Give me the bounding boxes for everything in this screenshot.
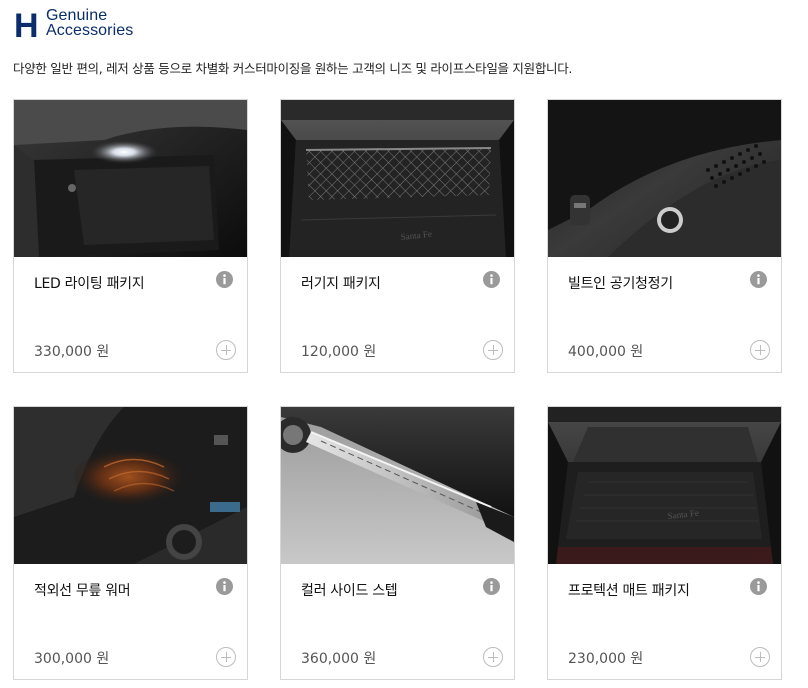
product-card[interactable]: LED 라이팅 패키지 330,000 원 <box>13 99 248 373</box>
brand-line-accessories: Accessories <box>46 22 134 39</box>
product-price: 360,000 원 <box>301 651 377 667</box>
svg-text:H: H <box>14 8 39 40</box>
info-icon[interactable] <box>750 271 767 288</box>
product-price: 400,000 원 <box>568 344 644 360</box>
product-card[interactable]: 적외선 무릎 워머 300,000 원 <box>13 406 248 680</box>
trunk-mat-photo: Santa Fe <box>548 407 781 564</box>
info-icon[interactable] <box>483 271 500 288</box>
side-step-photo <box>281 407 514 564</box>
glovebox-led-photo <box>14 100 247 257</box>
product-name: 컬러 사이드 스텝 <box>301 583 398 599</box>
product-grid: LED 라이팅 패키지 330,000 원 Santa Fe 러기지 패키지 1… <box>13 99 783 680</box>
intro-text: 다양한 일반 편의, 레저 상품 등으로 차별화 커스터마이징을 원하는 고객의… <box>13 61 573 76</box>
hyundai-h-logo-icon: H <box>14 8 39 40</box>
product-name: 적외선 무릎 워머 <box>34 583 131 599</box>
product-name: 빌트인 공기청정기 <box>568 276 673 292</box>
info-icon[interactable] <box>216 271 233 288</box>
info-icon[interactable] <box>483 578 500 595</box>
product-name: 러기지 패키지 <box>301 276 381 292</box>
product-card[interactable]: Santa Fe 프로텍션 매트 패키지 230,000 원 <box>547 406 782 680</box>
product-card[interactable]: Santa Fe 러기지 패키지 120,000 원 <box>280 99 515 373</box>
air-purifier-photo <box>548 100 781 257</box>
info-icon[interactable] <box>750 578 767 595</box>
plus-circle-icon[interactable] <box>216 340 236 360</box>
product-card[interactable]: 빌트인 공기청정기 400,000 원 <box>547 99 782 373</box>
plus-circle-icon[interactable] <box>483 647 503 667</box>
brand-logo[interactable]: H Genuine Accessories <box>12 8 133 42</box>
plus-circle-icon[interactable] <box>750 647 770 667</box>
plus-circle-icon[interactable] <box>483 340 503 360</box>
product-card[interactable]: 컬러 사이드 스텝 360,000 원 <box>280 406 515 680</box>
product-price: 120,000 원 <box>301 344 377 360</box>
plus-circle-icon[interactable] <box>750 340 770 360</box>
product-price: 300,000 원 <box>34 651 110 667</box>
brand-wordmark: Genuine Accessories <box>46 7 134 39</box>
knee-warmer-photo <box>14 407 247 564</box>
product-price: 330,000 원 <box>34 344 110 360</box>
info-icon[interactable] <box>216 578 233 595</box>
cargo-net-photo: Santa Fe <box>281 100 514 257</box>
product-name: 프로텍션 매트 패키지 <box>568 583 690 599</box>
plus-circle-icon[interactable] <box>216 647 236 667</box>
product-price: 230,000 원 <box>568 651 644 667</box>
brand-line-genuine: Genuine <box>46 7 108 24</box>
product-name: LED 라이팅 패키지 <box>34 276 145 292</box>
